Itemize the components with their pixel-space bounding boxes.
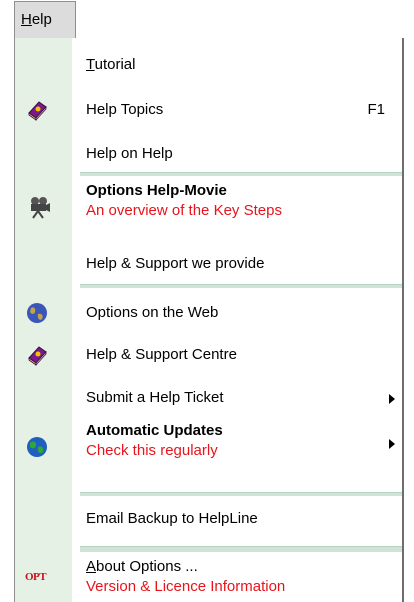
help-book-icon <box>28 346 47 367</box>
help-support-centre-label: Help & Support Centre <box>86 346 237 363</box>
menu-item-help-on-help[interactable]: Help on Help <box>15 138 402 172</box>
menu-item-options-on-web[interactable]: Options on the Web <box>15 298 402 332</box>
options-help-movie-label: Options Help-Movie <box>86 182 227 199</box>
help-topics-label: Help Topics <box>86 101 164 118</box>
help-menu-mnemonic: H <box>21 11 32 28</box>
tutorial-mnemonic: T <box>86 56 95 73</box>
menu-item-email-backup[interactable]: Email Backup to HelpLine <box>15 500 402 536</box>
options-on-web-label: Options on the Web <box>86 304 219 321</box>
globe-icon <box>27 303 47 323</box>
tutorial-label: utorial <box>94 56 136 73</box>
help-topics-shortcut: F1 <box>367 101 385 118</box>
automatic-updates-label: Automatic Updates <box>86 422 223 439</box>
menu-item-options-help-movie[interactable]: Options Help-Movie An overview of the Ke… <box>15 179 402 235</box>
automatic-updates-sublabel: Check this regularly <box>86 442 218 459</box>
menu-bar: Help <box>0 0 414 38</box>
menu-item-tutorial[interactable]: Tutorial <box>15 50 402 84</box>
help-menu-title-rest: elp <box>31 11 52 28</box>
help-support-provide-label: Help & Support we provide <box>86 255 265 272</box>
about-options-mnemonic: A <box>86 558 97 575</box>
about-options-sublabel: Version & Licence Information <box>86 578 286 595</box>
menu-separator <box>80 546 402 552</box>
menu-item-help-support-provide[interactable]: Help & Support we provide <box>15 246 402 280</box>
options-help-movie-sublabel: An overview of the Key Steps <box>86 202 282 219</box>
globe-icon <box>27 437 47 457</box>
help-menu-title[interactable]: Help <box>14 1 76 38</box>
opt-logo-icon: OPT <box>25 571 47 583</box>
menu-separator <box>80 284 402 288</box>
menu-item-automatic-updates[interactable]: Automatic Updates Check this regularly <box>15 418 402 474</box>
help-on-help-label: Help on Help <box>86 145 173 162</box>
help-dropdown-menu: Tutorial Help Topics F1 Help on Help Opt… <box>14 38 404 602</box>
menu-separator <box>80 172 402 176</box>
help-book-icon <box>28 101 47 122</box>
submit-help-ticket-label: Submit a Help Ticket <box>86 389 224 406</box>
email-backup-label: Email Backup to HelpLine <box>86 510 258 527</box>
movie-camera-icon <box>31 197 50 219</box>
about-options-label: bout Options ... <box>96 558 198 575</box>
menu-item-about-options[interactable]: OPT About Options ... Version & Licence … <box>15 554 402 602</box>
submenu-arrow-icon <box>389 394 395 404</box>
menu-item-help-topics[interactable]: Help Topics F1 <box>15 94 402 128</box>
menu-separator <box>80 492 402 496</box>
menu-item-submit-help-ticket[interactable]: Submit a Help Ticket <box>15 382 402 416</box>
submenu-arrow-icon <box>389 439 395 449</box>
menu-item-help-support-centre[interactable]: Help & Support Centre <box>15 340 402 374</box>
